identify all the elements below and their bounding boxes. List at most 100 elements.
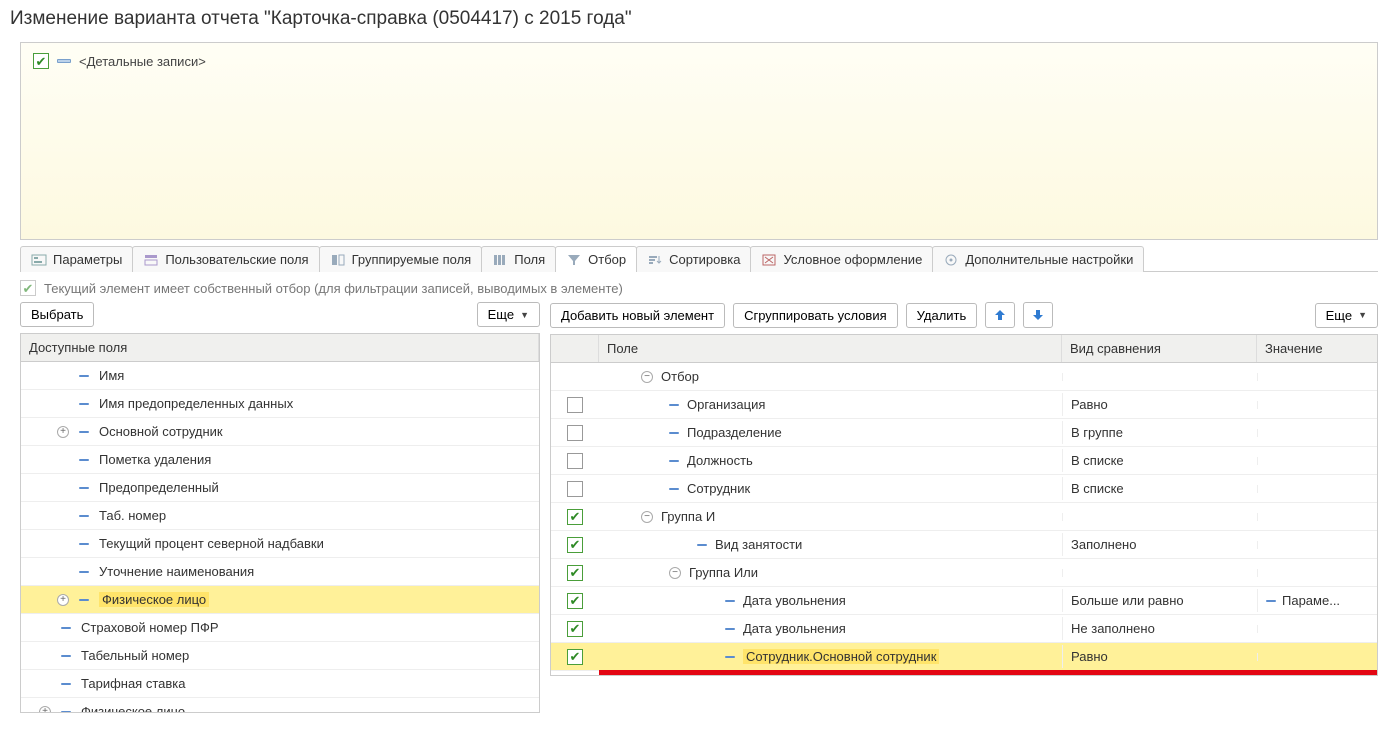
row-checkbox[interactable] [567,509,583,525]
field-icon [79,487,89,489]
choose-button[interactable]: Выбрать [20,302,94,327]
group-conditions-button[interactable]: Сгруппировать условия [733,303,898,328]
tab-parameters[interactable]: Параметры [20,246,133,272]
detail-records-checkbox[interactable] [33,53,49,69]
tab-group-fields[interactable]: Группируемые поля [319,246,483,272]
row-checkbox[interactable] [567,649,583,665]
filter-comparison[interactable]: Равно [1062,393,1257,416]
filter-comparison[interactable]: Больше или равно [1062,589,1257,612]
filter-value[interactable] [1257,429,1377,437]
own-filter-checkbox[interactable] [20,280,36,296]
tab-fields[interactable]: Поля [481,246,556,272]
field-row-north_pct[interactable]: Текущий процент северной надбавки [21,530,539,558]
filter-comparison[interactable]: Заполнено [1062,533,1257,556]
row-checkbox[interactable] [567,453,583,469]
filter-comparison[interactable]: Равно [1062,645,1257,668]
filter-value[interactable] [1257,625,1377,633]
filter-value[interactable] [1257,485,1377,493]
tab-fields-label: Поля [514,252,545,267]
field-icon [61,711,71,713]
more-left-label: Еще [488,307,514,322]
add-element-button[interactable]: Добавить новый элемент [550,303,725,328]
filter-value[interactable] [1257,401,1377,409]
filter-comparison[interactable] [1062,513,1257,521]
row-checkbox[interactable] [567,621,583,637]
filter-row[interactable]: ПодразделениеВ группе [551,419,1377,447]
filter-field-label: Дата увольнения [743,593,846,608]
filter-comparison[interactable]: В списке [1062,477,1257,500]
row-checkbox[interactable] [567,397,583,413]
filter-row[interactable]: Дата увольнения Больше или равноПараме... [551,587,1377,615]
tab-extra-label: Дополнительные настройки [965,252,1133,267]
tab-sort[interactable]: Сортировка [636,246,751,272]
delete-button[interactable]: Удалить [906,303,978,328]
field-icon [669,460,679,462]
filter-value[interactable] [1257,569,1377,577]
field-row-tab_no2[interactable]: Табельный номер [21,642,539,670]
more-left-button[interactable]: Еще▼ [477,302,540,327]
filter-row[interactable]: СотрудникВ списке [551,475,1377,503]
row-checkbox[interactable] [567,537,583,553]
filter-value[interactable] [1257,457,1377,465]
filter-row[interactable]: −Группа Или [551,559,1377,587]
filter-value[interactable]: Параме... [1257,589,1377,612]
field-row-main_emp[interactable]: +Основной сотрудник [21,418,539,446]
row-checkbox[interactable] [567,481,583,497]
row-checkbox[interactable] [567,425,583,441]
filter-comparison[interactable] [1062,569,1257,577]
field-row-rate[interactable]: Тарифная ставка [21,670,539,698]
field-row-name_clar[interactable]: Уточнение наименования [21,558,539,586]
field-row-predef_name[interactable]: Имя предопределенных данных [21,390,539,418]
arrow-down-icon [1032,309,1044,321]
filter-row[interactable]: ДолжностьВ списке [551,447,1377,475]
field-row-del_mark[interactable]: Пометка удаления [21,446,539,474]
field-icon [79,431,89,433]
tab-parameters-label: Параметры [53,252,122,267]
tab-cond-format[interactable]: Условное оформление [750,246,933,272]
row-checkbox[interactable] [567,565,583,581]
expand-icon[interactable]: + [39,706,51,713]
filter-field-label: Сотрудник.Основной сотрудник [743,649,939,664]
filter-value[interactable] [1257,541,1377,549]
field-row-predef[interactable]: Предопределенный [21,474,539,502]
tab-extra[interactable]: Дополнительные настройки [932,246,1144,272]
arrow-up-icon [994,309,1006,321]
filter-comparison[interactable]: Не заполнено [1062,617,1257,640]
filter-row[interactable]: −Отбор [551,363,1377,391]
filter-value[interactable] [1257,513,1377,521]
field-label: Пометка удаления [99,452,211,467]
filter-comparison[interactable]: В списке [1062,449,1257,472]
expand-icon[interactable]: + [57,594,69,606]
filter-value[interactable] [1257,373,1377,381]
available-fields-body[interactable]: ИмяИмя предопределенных данных+Основной … [21,362,539,712]
field-row-phys[interactable]: +Физическое лицо [21,586,539,614]
collapse-icon[interactable]: − [641,511,653,523]
more-right-button[interactable]: Еще▼ [1315,303,1378,328]
move-up-button[interactable] [985,302,1015,328]
filter-grid-body[interactable]: −ОтборОрганизацияРавноПодразделениеВ гру… [551,363,1377,675]
filter-row[interactable]: ОрганизацияРавно [551,391,1377,419]
table-icon [57,59,71,63]
filter-comparison[interactable] [1062,373,1257,381]
field-row-pfr[interactable]: Страховой номер ПФР [21,614,539,642]
filter-row[interactable]: Дата увольненияНе заполнено [551,615,1377,643]
collapse-icon[interactable]: − [669,567,681,579]
field-row-phys2[interactable]: +Физическое лицо [21,698,539,712]
tab-user-fields[interactable]: Пользовательские поля [132,246,319,272]
tab-filter[interactable]: Отбор [555,246,637,272]
detail-records-row[interactable]: <Детальные записи> [33,53,1365,69]
filter-row[interactable]: Сотрудник.Основной сотрудник Равно [551,643,1377,671]
field-row-tab_no[interactable]: Таб. номер [21,502,539,530]
row-checkbox[interactable] [567,593,583,609]
filter-row[interactable]: Вид занятостиЗаполнено [551,531,1377,559]
move-down-button[interactable] [1023,302,1053,328]
field-row-name[interactable]: Имя [21,362,539,390]
field-icon [79,403,89,405]
filter-value[interactable] [1257,653,1377,661]
field-label: Табельный номер [81,648,189,663]
filter-row[interactable]: −Группа И [551,503,1377,531]
collapse-icon[interactable]: − [641,371,653,383]
expand-icon[interactable]: + [57,426,69,438]
filter-comparison[interactable]: В группе [1062,421,1257,444]
field-icon [669,488,679,490]
